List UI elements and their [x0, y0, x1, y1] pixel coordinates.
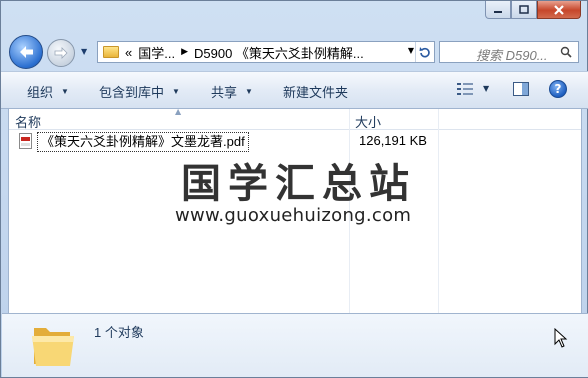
- mouse-cursor-icon: [554, 328, 568, 348]
- sort-ascending-icon: ▲: [175, 107, 182, 116]
- details-pane: 1 个对象: [2, 313, 588, 377]
- folder-icon: [32, 328, 74, 366]
- breadcrumb-separator-icon[interactable]: ▶: [181, 47, 188, 57]
- back-button[interactable]: [9, 35, 43, 69]
- breadcrumb-overflow[interactable]: «: [125, 45, 132, 60]
- organize-menu[interactable]: 组织 ▼: [27, 82, 69, 101]
- minimize-button[interactable]: [485, 1, 511, 19]
- preview-pane-button[interactable]: [513, 82, 529, 99]
- explorer-window: ▼ « 国学... ▶ D5900 《策天六爻卦例精解... ▼ 搜索 D590…: [0, 0, 588, 378]
- maximize-button[interactable]: [511, 1, 537, 19]
- view-options-button[interactable]: [457, 82, 473, 99]
- refresh-button[interactable]: [415, 42, 434, 62]
- chevron-down-icon: ▼: [61, 87, 69, 96]
- new-folder-button[interactable]: 新建文件夹: [283, 82, 348, 101]
- file-list: 名称 ▲ 大小 《策天六爻卦例精解》文墨龙著.pdf 126,191 KB 国学…: [8, 107, 582, 313]
- chevron-down-icon: ▼: [245, 87, 253, 96]
- address-dropdown-icon[interactable]: ▼: [408, 46, 414, 55]
- breadcrumb-item-parent[interactable]: 国学...: [138, 43, 175, 62]
- back-arrow-icon: [20, 46, 33, 58]
- minimize-icon: [494, 10, 502, 13]
- column-header-size[interactable]: 大小: [355, 112, 381, 131]
- watermark-title: 国学汇总站: [181, 161, 416, 207]
- search-icon[interactable]: [560, 46, 572, 58]
- forward-arrow-icon: [54, 47, 68, 59]
- search-placeholder: 搜索 D590...: [476, 48, 548, 63]
- watermark-url: www.guoxuehuizong.com: [175, 205, 412, 226]
- command-bar: 组织 ▼ 包含到库中 ▼ 共享 ▼ 新建文件夹 ▼ ?: [1, 71, 588, 109]
- help-icon[interactable]: ?: [549, 80, 567, 98]
- search-input[interactable]: 搜索 D590...: [439, 41, 579, 63]
- view-list-icon: [457, 83, 473, 95]
- navigation-bar: ▼ « 国学... ▶ D5900 《策天六爻卦例精解... ▼ 搜索 D590…: [1, 33, 588, 69]
- pdf-file-icon: [19, 133, 32, 149]
- view-dropdown-icon[interactable]: ▼: [483, 84, 489, 93]
- file-name[interactable]: 《策天六爻卦例精解》文墨龙著.pdf: [37, 132, 249, 152]
- share-label: 共享: [211, 85, 238, 100]
- share-menu[interactable]: 共享 ▼: [211, 82, 253, 101]
- include-in-library-label: 包含到库中: [99, 85, 165, 100]
- column-header-name[interactable]: 名称: [15, 112, 41, 131]
- chevron-down-icon: ▼: [172, 87, 180, 96]
- folder-icon: [103, 46, 119, 58]
- address-bar[interactable]: « 国学... ▶ D5900 《策天六爻卦例精解... ▼: [97, 41, 435, 63]
- close-icon: [554, 4, 564, 15]
- breadcrumb-item-current[interactable]: D5900 《策天六爻卦例精解...: [194, 43, 364, 62]
- preview-pane-icon: [513, 82, 529, 96]
- file-size: 126,191 KB: [359, 133, 427, 148]
- list-item[interactable]: 《策天六爻卦例精解》文墨龙著.pdf 126,191 KB: [13, 132, 453, 152]
- item-count: 1 个对象: [94, 325, 144, 340]
- forward-button[interactable]: [47, 39, 75, 67]
- refresh-icon: [419, 47, 430, 58]
- window-controls: [485, 1, 581, 21]
- new-folder-label: 新建文件夹: [283, 85, 349, 100]
- column-header-row: 名称 ▲ 大小: [9, 107, 581, 131]
- maximize-icon: [519, 4, 529, 14]
- organize-label: 组织: [27, 85, 54, 100]
- recent-pages-dropdown[interactable]: ▼: [81, 47, 87, 56]
- close-button[interactable]: [537, 1, 581, 19]
- include-in-library-menu[interactable]: 包含到库中 ▼: [99, 82, 180, 101]
